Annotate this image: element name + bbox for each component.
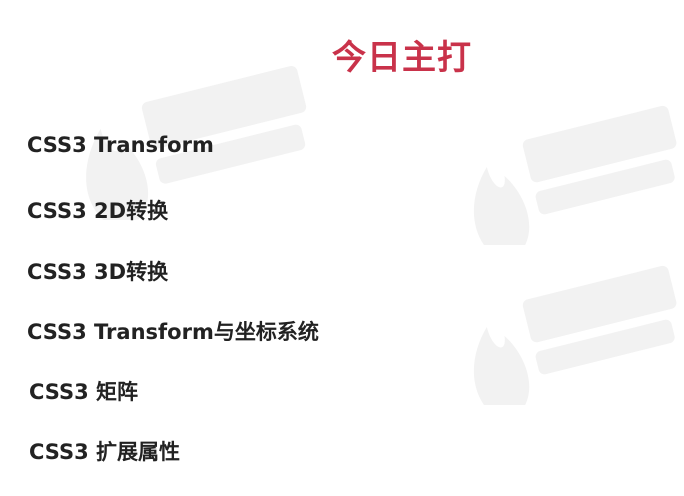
imooc-watermark-logo xyxy=(473,105,677,245)
topic-item: CSS3 扩展属性 xyxy=(29,440,181,464)
slide-title: 今日主打 xyxy=(332,38,472,78)
slide: 今日主打 CSS3 Transform CSS3 2D转换 CSS3 3D转换 … xyxy=(0,0,684,496)
imooc-watermark-logo xyxy=(473,265,677,405)
topic-item: CSS3 2D转换 xyxy=(27,199,169,223)
topic-item: CSS3 Transform xyxy=(27,133,214,157)
topic-item: CSS3 矩阵 xyxy=(29,380,139,404)
topic-item: CSS3 Transform与坐标系统 xyxy=(27,320,319,344)
topic-item: CSS3 3D转换 xyxy=(27,260,169,284)
